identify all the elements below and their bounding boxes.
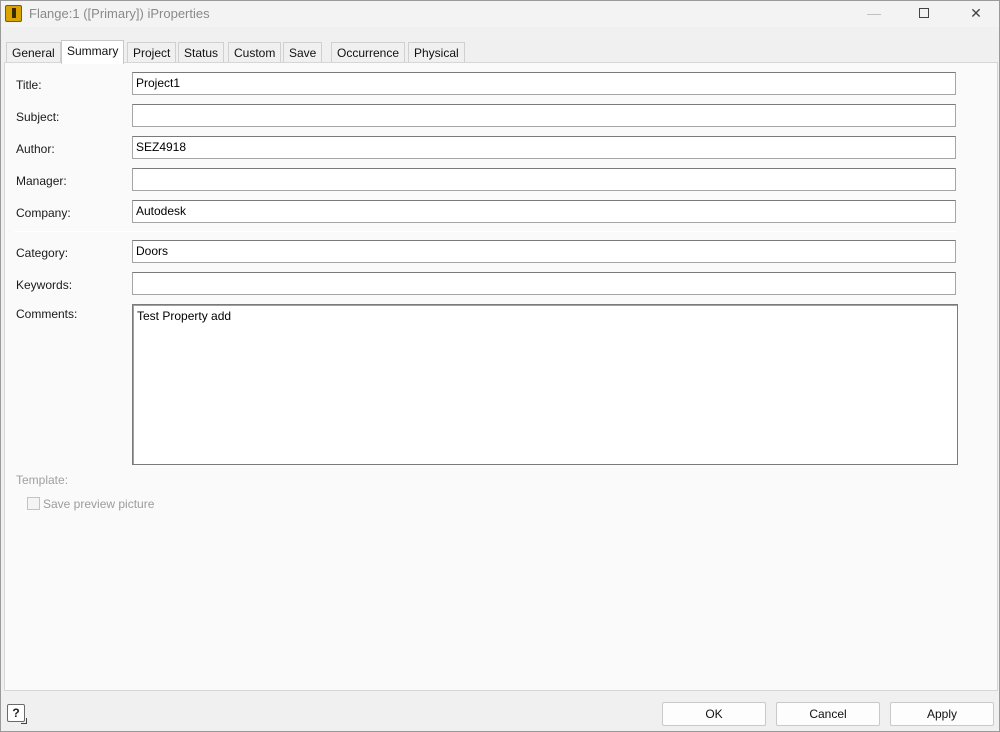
maximize-icon bbox=[919, 8, 929, 18]
tab-bar: General Summary Project Status Custom Sa… bbox=[4, 40, 998, 64]
tab-occurrence[interactable]: Occurrence bbox=[331, 42, 406, 63]
tab-custom[interactable]: Custom bbox=[228, 42, 282, 63]
tab-status[interactable]: Status bbox=[178, 42, 225, 63]
keywords-field[interactable] bbox=[132, 272, 956, 295]
title-label: Title: bbox=[16, 78, 42, 92]
tab-summary[interactable]: Summary bbox=[61, 40, 125, 64]
subject-label: Subject: bbox=[16, 110, 60, 124]
maximize-button[interactable] bbox=[901, 1, 947, 27]
keywords-label: Keywords: bbox=[16, 278, 73, 292]
cancel-button[interactable]: Cancel bbox=[776, 702, 880, 726]
close-button[interactable]: ✕ bbox=[953, 1, 999, 27]
author-field[interactable]: SEZ4918 bbox=[132, 136, 956, 159]
summary-panel: Title: Project1 Subject: Author: SEZ4918… bbox=[4, 62, 998, 691]
help-question-icon[interactable]: ? bbox=[7, 704, 27, 724]
tab-project[interactable]: Project bbox=[127, 42, 177, 63]
title-field[interactable]: Project1 bbox=[132, 72, 956, 95]
save-preview-label: Save preview picture bbox=[43, 497, 155, 511]
minimize-button[interactable]: — bbox=[851, 1, 897, 27]
manager-label: Manager: bbox=[16, 174, 67, 188]
section-divider bbox=[14, 231, 957, 232]
save-preview-checkbox[interactable] bbox=[27, 497, 40, 510]
tab-general[interactable]: General bbox=[6, 42, 61, 63]
manager-field[interactable] bbox=[132, 168, 956, 191]
comments-label: Comments: bbox=[16, 307, 78, 321]
company-label: Company: bbox=[16, 206, 71, 220]
subject-field[interactable] bbox=[132, 104, 956, 127]
template-label: Template: bbox=[16, 473, 69, 487]
category-label: Category: bbox=[16, 246, 69, 260]
apply-button[interactable]: Apply bbox=[890, 702, 994, 726]
author-label: Author: bbox=[16, 142, 55, 156]
tab-physical[interactable]: Physical bbox=[408, 42, 465, 63]
company-field[interactable]: Autodesk bbox=[132, 200, 956, 223]
ok-button[interactable]: OK bbox=[662, 702, 766, 726]
window-title: Flange:1 ([Primary]) iProperties bbox=[29, 6, 210, 21]
title-bar: Flange:1 ([Primary]) iProperties — ✕ bbox=[1, 1, 999, 27]
comments-textarea[interactable]: Test Property add bbox=[132, 304, 958, 465]
category-field[interactable]: Doors bbox=[132, 240, 956, 263]
tab-save[interactable]: Save bbox=[283, 42, 323, 63]
inventor-app-icon bbox=[5, 5, 22, 22]
iproperties-dialog: Flange:1 ([Primary]) iProperties — ✕ Gen… bbox=[0, 0, 1000, 732]
